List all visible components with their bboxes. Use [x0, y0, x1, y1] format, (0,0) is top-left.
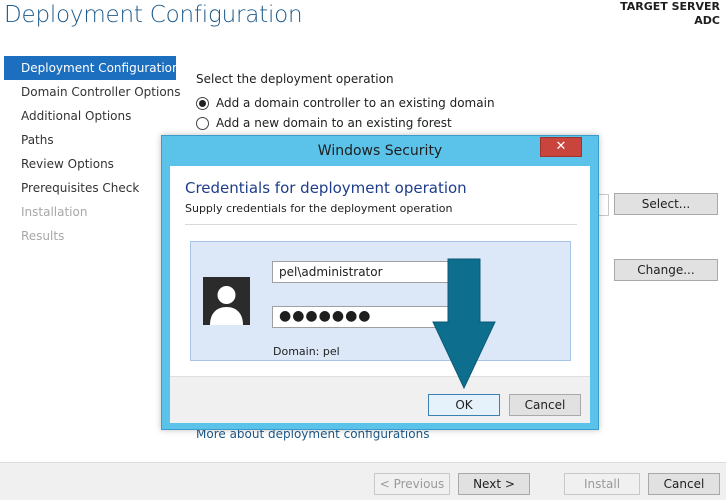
sidebar-item-domain-controller-options[interactable]: Domain Controller Options: [4, 80, 181, 104]
option-add-domain[interactable]: Add a new domain to an existing forest: [196, 116, 452, 130]
radio-add-domain[interactable]: [196, 116, 209, 130]
sidebar-item-results: Results: [21, 229, 65, 243]
sidebar-item-paths[interactable]: Paths: [4, 128, 176, 152]
domain-label: Domain: pel: [273, 345, 340, 358]
windows-security-dialog: Windows Security ✕ Credentials for deplo…: [161, 135, 599, 430]
credentials-subheading: Supply credentials for the deployment op…: [185, 202, 453, 215]
ok-button[interactable]: OK: [428, 394, 500, 416]
change-button[interactable]: Change...: [614, 259, 718, 281]
option-add-dc[interactable]: Add a domain controller to an existing d…: [196, 96, 495, 110]
dialog-title: Windows Security: [317, 143, 443, 159]
option-add-domain-label: Add a new domain to an existing forest: [216, 116, 452, 130]
user-silhouette-icon: [203, 277, 250, 325]
operation-label: Select the deployment operation: [196, 72, 394, 86]
password-field[interactable]: ●●●●●●●: [272, 306, 458, 328]
dialog-footer: OK Cancel: [170, 376, 590, 423]
target-server-name: ADC: [694, 14, 720, 27]
sidebar-item-review-options[interactable]: Review Options: [4, 152, 176, 176]
radio-add-dc[interactable]: [196, 96, 209, 110]
select-button[interactable]: Select...: [614, 193, 718, 215]
target-server: TARGET SERVER ADC: [620, 0, 720, 28]
username-field[interactable]: pel\administrator: [272, 261, 458, 283]
divider: [185, 224, 577, 225]
sidebar-item-deployment-configuration[interactable]: Deployment Configuration: [4, 56, 180, 80]
target-server-label: TARGET SERVER: [620, 0, 720, 13]
sidebar-item-installation: Installation: [21, 205, 88, 219]
install-button[interactable]: Install: [564, 473, 640, 495]
cancel-button[interactable]: Cancel: [648, 473, 720, 495]
sidebar-nav: Deployment Configuration Domain Controll…: [4, 56, 181, 248]
page-title: Deployment Configuration: [4, 2, 303, 28]
previous-button[interactable]: < Previous: [374, 473, 450, 495]
sidebar-item-additional-options[interactable]: Additional Options: [4, 104, 176, 128]
next-button[interactable]: Next >: [458, 473, 530, 495]
dialog-body: Credentials for deployment operation Sup…: [170, 166, 590, 423]
close-icon[interactable]: ✕: [540, 137, 582, 157]
dialog-cancel-button[interactable]: Cancel: [509, 394, 581, 416]
credential-tile: pel\administrator ●●●●●●● Domain: pel: [190, 241, 571, 361]
option-add-dc-label: Add a domain controller to an existing d…: [216, 96, 495, 110]
credentials-heading: Credentials for deployment operation: [185, 179, 467, 197]
sidebar-item-prerequisites-check[interactable]: Prerequisites Check: [4, 176, 176, 200]
wizard-footer: < Previous Next > Install Cancel: [0, 462, 726, 500]
